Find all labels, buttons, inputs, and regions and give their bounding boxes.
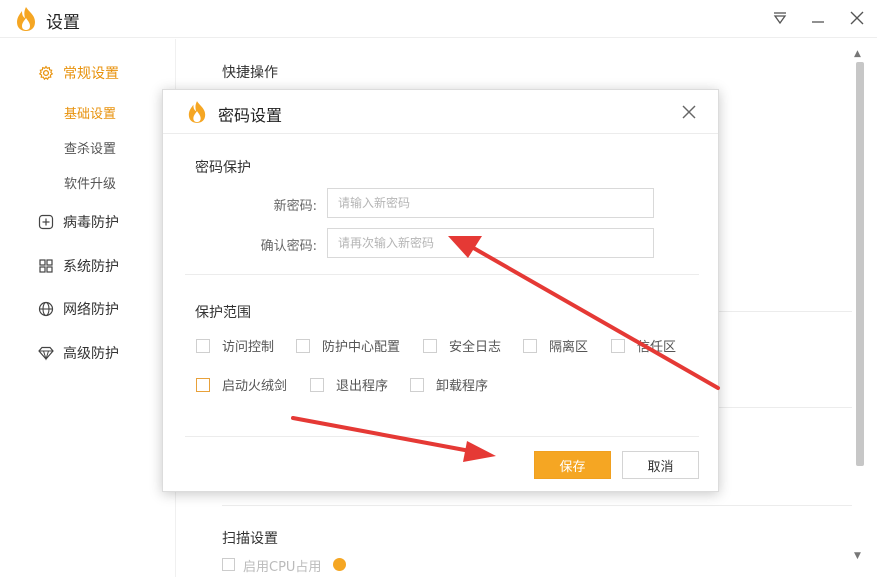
checkbox-label-exit-program[interactable]: 退出程序 [336,375,388,394]
sidebar: 常规设置 基础设置 查杀设置 软件升级 病毒防护 系统防护 网络防护 高级防护 [0,39,176,577]
divider [185,436,699,437]
windows-icon [38,258,54,274]
sidebar-subitem-scan-settings[interactable]: 查杀设置 [64,138,116,157]
checkbox-launch-huorongjian[interactable] [196,378,210,392]
checkbox-label-trust-zone[interactable]: 信任区 [637,336,676,355]
checkbox-label-uninstall-program[interactable]: 卸载程序 [436,375,488,394]
checkbox-label-security-log[interactable]: 安全日志 [449,336,501,355]
scroll-down-icon[interactable]: ▼ [854,551,861,561]
huorong-logo-icon [17,7,35,31]
sidebar-item-system-protection[interactable]: 系统防护 [38,255,119,277]
checkbox-label-protection-center-config[interactable]: 防护中心配置 [322,336,400,355]
gear-icon [38,65,54,81]
minimize-icon[interactable] [806,6,830,30]
cancel-button[interactable]: 取消 [622,451,699,479]
info-icon[interactable] [333,558,346,571]
sidebar-item-virus-protection[interactable]: 病毒防护 [38,211,119,233]
sidebar-item-label: 高级防护 [63,346,119,362]
confirm-password-input[interactable] [327,228,654,258]
sidebar-item-network-protection[interactable]: 网络防护 [38,298,119,320]
section-title-quick-ops: 快捷操作 [222,65,278,81]
confirm-password-label: 确认密码: [260,239,317,254]
diamond-icon [38,345,54,361]
dialog-title: 密码设置 [218,106,283,125]
title-bar: 设置 [0,0,877,38]
new-password-label: 新密码: [273,199,317,214]
scan-option-label: 启用CPU占用 [243,560,322,575]
sidebar-subitem-basic-settings[interactable]: 基础设置 [64,103,116,122]
plus-square-icon [38,214,54,230]
window-title: 设置 [46,13,80,33]
sidebar-item-label: 常规设置 [63,66,119,82]
divider [222,505,852,506]
checkbox-trust-zone[interactable] [611,339,625,353]
sidebar-subitem-software-update[interactable]: 软件升级 [64,173,116,192]
checkbox-uninstall-program[interactable] [410,378,424,392]
sidebar-item-label: 系统防护 [63,259,119,275]
checkbox-access-control[interactable] [196,339,210,353]
password-protection-heading: 密码保护 [195,160,251,176]
checkbox-security-log[interactable] [423,339,437,353]
huorong-logo-icon [188,101,206,123]
checkbox-protection-center-config[interactable] [296,339,310,353]
globe-icon [38,301,54,317]
save-button[interactable]: 保存 [534,451,611,479]
checkbox-exit-program[interactable] [310,378,324,392]
scroll-up-icon[interactable]: ▲ [854,49,861,59]
checkbox-label-quarantine[interactable]: 隔离区 [549,336,588,355]
scrollbar-thumb[interactable] [856,62,864,466]
new-password-input[interactable] [327,188,654,218]
password-settings-dialog: 密码设置 密码保护 新密码: 确认密码: 保护范围 访问控制 防护中心配置 安全… [162,89,719,492]
sidebar-item-advanced-protection[interactable]: 高级防护 [38,342,119,364]
protection-scope-heading: 保护范围 [195,305,251,321]
checkbox-label-access-control[interactable]: 访问控制 [222,336,274,355]
close-icon[interactable] [845,6,869,30]
menu-icon[interactable] [768,6,792,30]
divider [185,274,699,275]
scan-option-checkbox[interactable] [222,558,235,571]
dialog-header: 密码设置 [163,90,718,134]
close-icon[interactable] [679,102,699,122]
checkbox-quarantine[interactable] [523,339,537,353]
sidebar-item-label: 网络防护 [63,302,119,318]
sidebar-item-general-settings[interactable]: 常规设置 [38,62,119,84]
checkbox-label-launch-huorongjian[interactable]: 启动火绒剑 [222,375,287,394]
sidebar-item-label: 病毒防护 [63,215,119,231]
section-title-scan: 扫描设置 [222,531,278,547]
